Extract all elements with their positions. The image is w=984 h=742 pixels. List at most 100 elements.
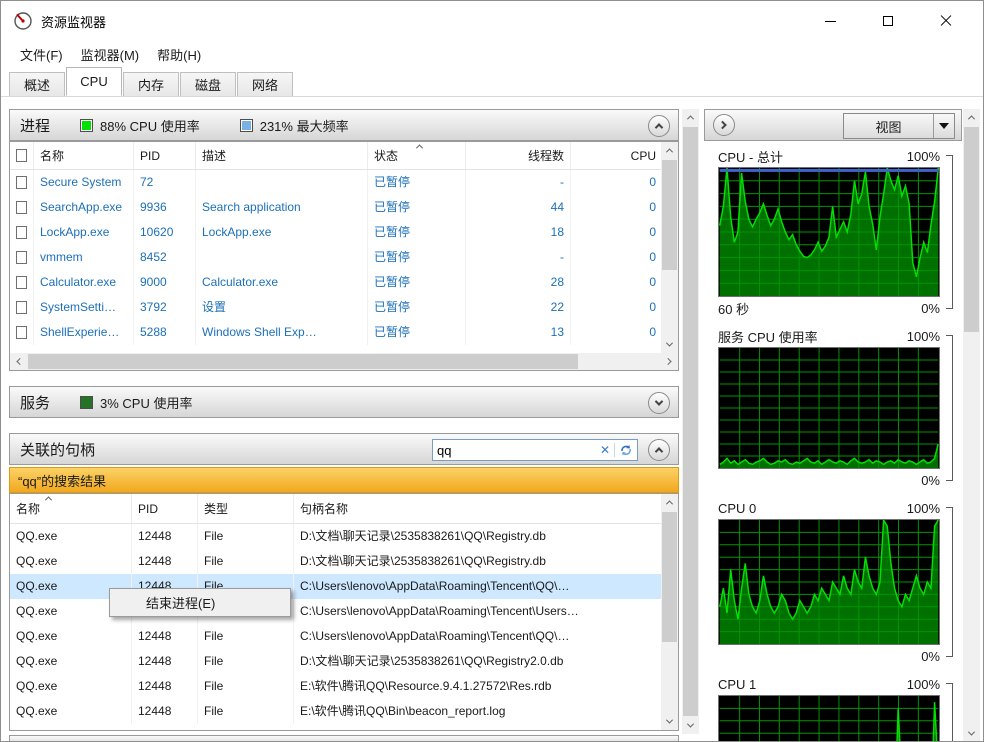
view-dropdown-button[interactable]: 视图 xyxy=(843,113,955,139)
process-status: 已暂停 xyxy=(368,295,466,320)
column-header-desc[interactable]: 描述 xyxy=(196,142,368,169)
column-header-cpu[interactable]: CPU xyxy=(571,142,663,169)
close-button[interactable] xyxy=(917,1,975,41)
handles-vscrollbar[interactable] xyxy=(661,494,678,730)
row-checkbox-cell[interactable] xyxy=(10,245,34,270)
scroll-up-button[interactable] xyxy=(682,109,699,126)
scroll-thumb[interactable] xyxy=(662,512,677,642)
process-threads: - xyxy=(466,170,571,195)
menu-item[interactable]: 监视器(M) xyxy=(72,42,149,67)
scroll-thumb[interactable] xyxy=(662,160,677,270)
process-pid: 9936 xyxy=(134,195,196,220)
legend-color-chip xyxy=(80,395,94,409)
tab-内存[interactable]: 内存 xyxy=(123,72,179,96)
clear-search-icon[interactable]: ✕ xyxy=(596,443,615,457)
graphs-panel-vscrollbar[interactable] xyxy=(963,109,980,741)
processes-section-header[interactable]: 进程 88% CPU 使用率 231% 最大频率 xyxy=(9,109,679,141)
chevron-left-icon xyxy=(16,357,24,366)
processes-table: 名称 PID 描述 状态 线程数 CPU Secure System 72 已暂停 -… xyxy=(9,141,679,371)
handles-section-header[interactable]: 关联的句柄 ✕ xyxy=(9,433,679,465)
table-row[interactable]: QQ.exe 12448 File D:\文档\聊天记录\2535838261\QQ\… xyxy=(10,524,678,549)
column-header-pid[interactable]: PID xyxy=(134,142,196,169)
tab-概述[interactable]: 概述 xyxy=(9,72,65,96)
menu-item[interactable]: 文件(F) xyxy=(11,42,72,67)
processes-collapse-button[interactable] xyxy=(648,115,670,137)
process-threads: 28 xyxy=(466,270,571,295)
row-checkbox-cell[interactable] xyxy=(10,270,34,295)
tab-网络[interactable]: 网络 xyxy=(237,72,293,96)
tab-磁盘[interactable]: 磁盘 xyxy=(180,72,236,96)
cpu-usage-graph xyxy=(718,695,940,741)
column-header-name[interactable]: 名称 xyxy=(34,142,134,169)
graph-block-服务 CPU 使用率: 服务 CPU 使用率 100% 0% xyxy=(704,321,962,493)
row-checkbox-cell[interactable] xyxy=(10,295,34,320)
cpu-usage-graph xyxy=(718,519,940,645)
graph-max-label: 100% xyxy=(906,148,940,164)
refresh-icon[interactable] xyxy=(615,443,637,457)
scroll-down-button[interactable] xyxy=(661,713,678,730)
column-header-status[interactable]: 状态 xyxy=(368,142,466,169)
table-row[interactable]: Secure System 72 已暂停 -0 xyxy=(10,170,678,195)
process-status: 已暂停 xyxy=(368,170,466,195)
column-header-name[interactable]: 名称 xyxy=(10,494,132,523)
row-checkbox-cell[interactable] xyxy=(10,195,34,220)
handles-collapse-button[interactable] xyxy=(648,439,670,461)
column-header-pid[interactable]: PID xyxy=(132,494,198,523)
table-row[interactable]: QQ.exe 12448 File E:\软件\腾讯QQ\Bin\beacon_rep… xyxy=(10,699,678,724)
column-header-type[interactable]: 类型 xyxy=(198,494,294,523)
checkbox-icon xyxy=(16,326,27,339)
services-section-header[interactable]: 服务 3% CPU 使用率 xyxy=(9,386,679,418)
column-header-threads[interactable]: 线程数 xyxy=(466,142,571,169)
search-input[interactable] xyxy=(433,442,596,458)
scroll-down-button[interactable] xyxy=(963,725,980,741)
scroll-thumb[interactable] xyxy=(964,127,979,332)
scroll-up-button[interactable] xyxy=(661,142,678,159)
table-row[interactable]: QQ.exe 12448 File E:\软件\腾讯QQ\Resource.9.4.1… xyxy=(10,674,678,699)
table-row[interactable]: SearchApp.exe 9936 Search application 已暂停 44… xyxy=(10,195,678,220)
chevron-up-icon xyxy=(967,115,976,123)
table-row[interactable]: SystemSetti… 3792 设置 已暂停 22 0 xyxy=(10,295,678,320)
table-row[interactable]: Calculator.exe 9000 Calculator.exe 已暂停 28 0 xyxy=(10,270,678,295)
graph-time-label: 60 秒 xyxy=(718,301,750,317)
processes-hscrollbar[interactable] xyxy=(10,353,678,370)
scroll-down-button[interactable] xyxy=(682,717,699,734)
row-checkbox-cell[interactable] xyxy=(10,320,34,345)
select-all-checkbox-cell[interactable] xyxy=(10,142,34,169)
table-row[interactable]: QQ.exe 12448 File D:\文档\聊天记录\2535838261\QQ\… xyxy=(10,549,678,574)
column-header-path[interactable]: 句柄名称 xyxy=(294,494,661,523)
checkbox-icon xyxy=(16,276,27,289)
scroll-left-button[interactable] xyxy=(10,353,27,370)
checkbox-icon xyxy=(16,201,27,214)
context-menu-item-end-process[interactable]: 结束进程(E) xyxy=(110,589,290,616)
table-row[interactable]: QQ.exe 12448 File D:\文档\聊天记录\2535838261\QQ\… xyxy=(10,649,678,674)
handle-path: C:\Users\lenovo\AppData\Roaming\Tencent\… xyxy=(300,579,570,593)
chevron-down-icon xyxy=(967,728,976,736)
scroll-up-button[interactable] xyxy=(661,494,678,511)
dropdown-arrow[interactable] xyxy=(934,123,954,129)
row-checkbox-cell[interactable] xyxy=(10,170,34,195)
scroll-thumb[interactable] xyxy=(28,354,578,369)
processes-vscrollbar[interactable] xyxy=(661,142,678,353)
services-expand-button[interactable] xyxy=(648,392,670,414)
table-row[interactable]: ShellExperie… 5288 Windows Shell Exp… 已暂停 13… xyxy=(10,320,678,345)
menu-item[interactable]: 帮助(H) xyxy=(148,42,210,67)
row-checkbox-cell[interactable] xyxy=(10,220,34,245)
search-result-banner: “qq”的搜索结果 xyxy=(9,467,679,493)
graph-scale-bracket xyxy=(946,335,953,481)
table-row[interactable]: vmmem 8452 已暂停 -0 xyxy=(10,245,678,270)
scroll-thumb[interactable] xyxy=(683,127,698,716)
graphs-panel-header: 视图 xyxy=(704,109,962,141)
left-pane-vscrollbar[interactable] xyxy=(682,109,699,734)
process-threads: 44 xyxy=(466,195,571,220)
minimize-button[interactable] xyxy=(801,1,859,41)
scroll-up-button[interactable] xyxy=(963,109,980,126)
tab-CPU[interactable]: CPU xyxy=(66,67,122,96)
maximize-button[interactable] xyxy=(859,1,917,41)
table-row[interactable]: LockApp.exe 10620 LockApp.exe 已暂停 18 0 xyxy=(10,220,678,245)
scroll-down-button[interactable] xyxy=(661,336,678,353)
process-pid: 5288 xyxy=(134,320,196,345)
table-row[interactable]: QQ.exe12448File C:\Users\lenovo\AppData\R… xyxy=(10,624,678,649)
scroll-right-button[interactable] xyxy=(661,353,678,370)
panel-collapse-button[interactable] xyxy=(713,114,735,136)
processes-table-header: 名称 PID 描述 状态 线程数 CPU xyxy=(10,142,678,170)
